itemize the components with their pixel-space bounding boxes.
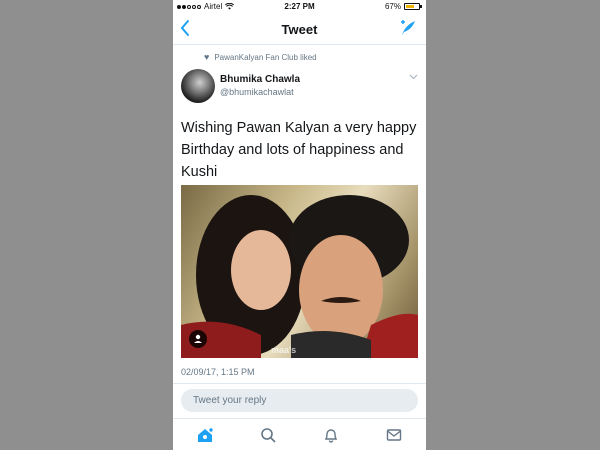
battery-icon [404, 3, 422, 10]
tweet-text: Wishing Pawan Kalyan a very happy Birthd… [181, 120, 417, 180]
author-handle[interactable]: @bhumikachawlat [220, 87, 294, 97]
notifications-icon[interactable] [320, 424, 342, 446]
reply-input[interactable] [181, 389, 418, 412]
page-title: Tweet [281, 22, 318, 37]
nav-header: Tweet [173, 14, 426, 45]
media-tag-icon[interactable] [189, 330, 207, 348]
tweet-timestamp: 02/09/17, 1:15 PM [181, 367, 255, 377]
status-bar: Airtel 2:27 PM 67% [173, 0, 426, 13]
home-icon[interactable] [194, 424, 216, 446]
tweet-photo[interactable]: maa's [181, 185, 418, 358]
search-icon[interactable] [257, 424, 279, 446]
battery-info: 67% [384, 2, 422, 11]
avatar[interactable] [181, 69, 215, 103]
image-watermark: maa's [271, 345, 297, 355]
social-context: ♥ PawanKalyan Fan Club liked [204, 52, 317, 62]
tab-bar [173, 418, 426, 450]
heart-icon: ♥ [204, 52, 210, 62]
reply-box[interactable] [181, 389, 418, 412]
compose-tweet-icon[interactable] [398, 18, 418, 38]
battery-percent: 67% [384, 2, 401, 11]
author-name[interactable]: Bhumika Chawla [220, 74, 300, 85]
messages-icon[interactable] [383, 424, 405, 446]
phone-screen: Airtel 2:27 PM 67% Tweet ♥ PawanKalyan F… [173, 0, 426, 450]
divider [173, 383, 426, 384]
photo-people-illustration [181, 195, 418, 358]
social-context-text: PawanKalyan Fan Club liked [214, 52, 317, 62]
chevron-down-icon[interactable] [409, 72, 418, 83]
